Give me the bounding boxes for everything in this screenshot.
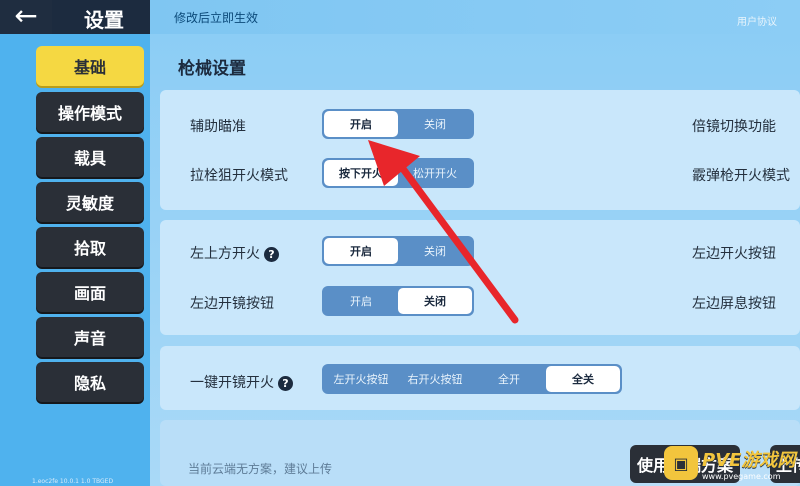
sidebar: 基础 操作模式 载具 灵敏度 拾取 画面 声音 隐私 xyxy=(0,34,150,486)
top-left-fire-toggle: 开启 关闭 xyxy=(322,236,474,266)
sidebar-item-control-mode[interactable]: 操作模式 xyxy=(36,92,144,132)
cloud-tip-text: 当前云端无方案，建议上传 xyxy=(188,462,333,476)
one-key-right-fire[interactable]: 右开火按钮 xyxy=(398,366,472,392)
notice-text: 修改后立即生效 xyxy=(174,11,259,25)
top-left-fire-label: 左上方开火? xyxy=(190,243,279,263)
top-left-fire-off[interactable]: 关闭 xyxy=(398,238,472,264)
sidebar-item-sensitivity[interactable]: 灵敏度 xyxy=(36,182,144,222)
left-breath-label: 左边屏息按钮 xyxy=(692,296,776,312)
bolt-sniper-toggle: 按下开火 松开开火 xyxy=(322,158,474,188)
bolt-sniper-release-fire[interactable]: 松开开火 xyxy=(398,160,472,186)
aim-assist-on[interactable]: 开启 xyxy=(324,111,398,137)
settings-card-2 xyxy=(160,220,800,335)
sidebar-item-pickup[interactable]: 拾取 xyxy=(36,227,144,267)
sidebar-item-privacy[interactable]: 隐私 xyxy=(36,362,144,402)
section-title: 枪械设置 xyxy=(178,59,246,79)
aim-assist-off[interactable]: 关闭 xyxy=(398,111,472,137)
aim-assist-toggle: 开启 关闭 xyxy=(322,109,474,139)
bolt-sniper-label: 拉栓狙开火模式 xyxy=(190,168,288,184)
bolt-sniper-press-fire[interactable]: 按下开火 xyxy=(324,160,398,186)
watermark-sub: www.pvegame.com xyxy=(702,471,781,481)
top-bar: ← 设置 修改后立即生效 用户协议 xyxy=(0,0,800,34)
left-fire-button-label: 左边开火按钮 xyxy=(692,246,776,262)
sidebar-item-vehicle[interactable]: 载具 xyxy=(36,137,144,177)
help-icon[interactable]: ? xyxy=(264,246,279,262)
help-icon[interactable]: ? xyxy=(278,375,293,391)
version-text: 1.eoc2fe 10.0.1 1.0 TBGED xyxy=(32,478,114,485)
watermark-text: PVE游戏网 xyxy=(702,449,796,471)
left-scope-label: 左边开镜按钮 xyxy=(190,296,274,312)
left-scope-on[interactable]: 开启 xyxy=(324,288,398,314)
one-key-scope-fire-selector: 左开火按钮 右开火按钮 全开 全关 xyxy=(322,364,622,394)
page-title: 设置 xyxy=(84,8,124,32)
scope-switch-label: 倍镜切换功能 xyxy=(692,119,776,135)
user-agreement-link[interactable]: 用户协议 xyxy=(737,13,777,28)
watermark: ▣ PVE游戏网 www.pvegame.com xyxy=(664,442,800,484)
top-left-fire-on[interactable]: 开启 xyxy=(324,238,398,264)
sidebar-item-basic[interactable]: 基础 xyxy=(36,46,144,86)
one-key-all-on[interactable]: 全开 xyxy=(472,366,546,392)
one-key-left-fire[interactable]: 左开火按钮 xyxy=(324,366,398,392)
sidebar-item-graphics[interactable]: 画面 xyxy=(36,272,144,312)
one-key-scope-fire-label: 一键开镜开火? xyxy=(190,372,293,392)
sidebar-item-sound[interactable]: 声音 xyxy=(36,317,144,357)
settings-card-1 xyxy=(160,90,800,210)
back-button[interactable]: ← xyxy=(0,0,52,34)
aim-assist-label: 辅助瞄准 xyxy=(190,119,246,135)
left-scope-toggle: 开启 关闭 xyxy=(322,286,474,316)
one-key-all-off[interactable]: 全关 xyxy=(546,366,620,392)
gamepad-icon: ▣ xyxy=(664,446,698,480)
shotgun-fire-label: 霰弹枪开火模式 xyxy=(692,168,790,184)
left-scope-off[interactable]: 关闭 xyxy=(398,288,472,314)
arrow-left-icon: ← xyxy=(14,0,38,32)
